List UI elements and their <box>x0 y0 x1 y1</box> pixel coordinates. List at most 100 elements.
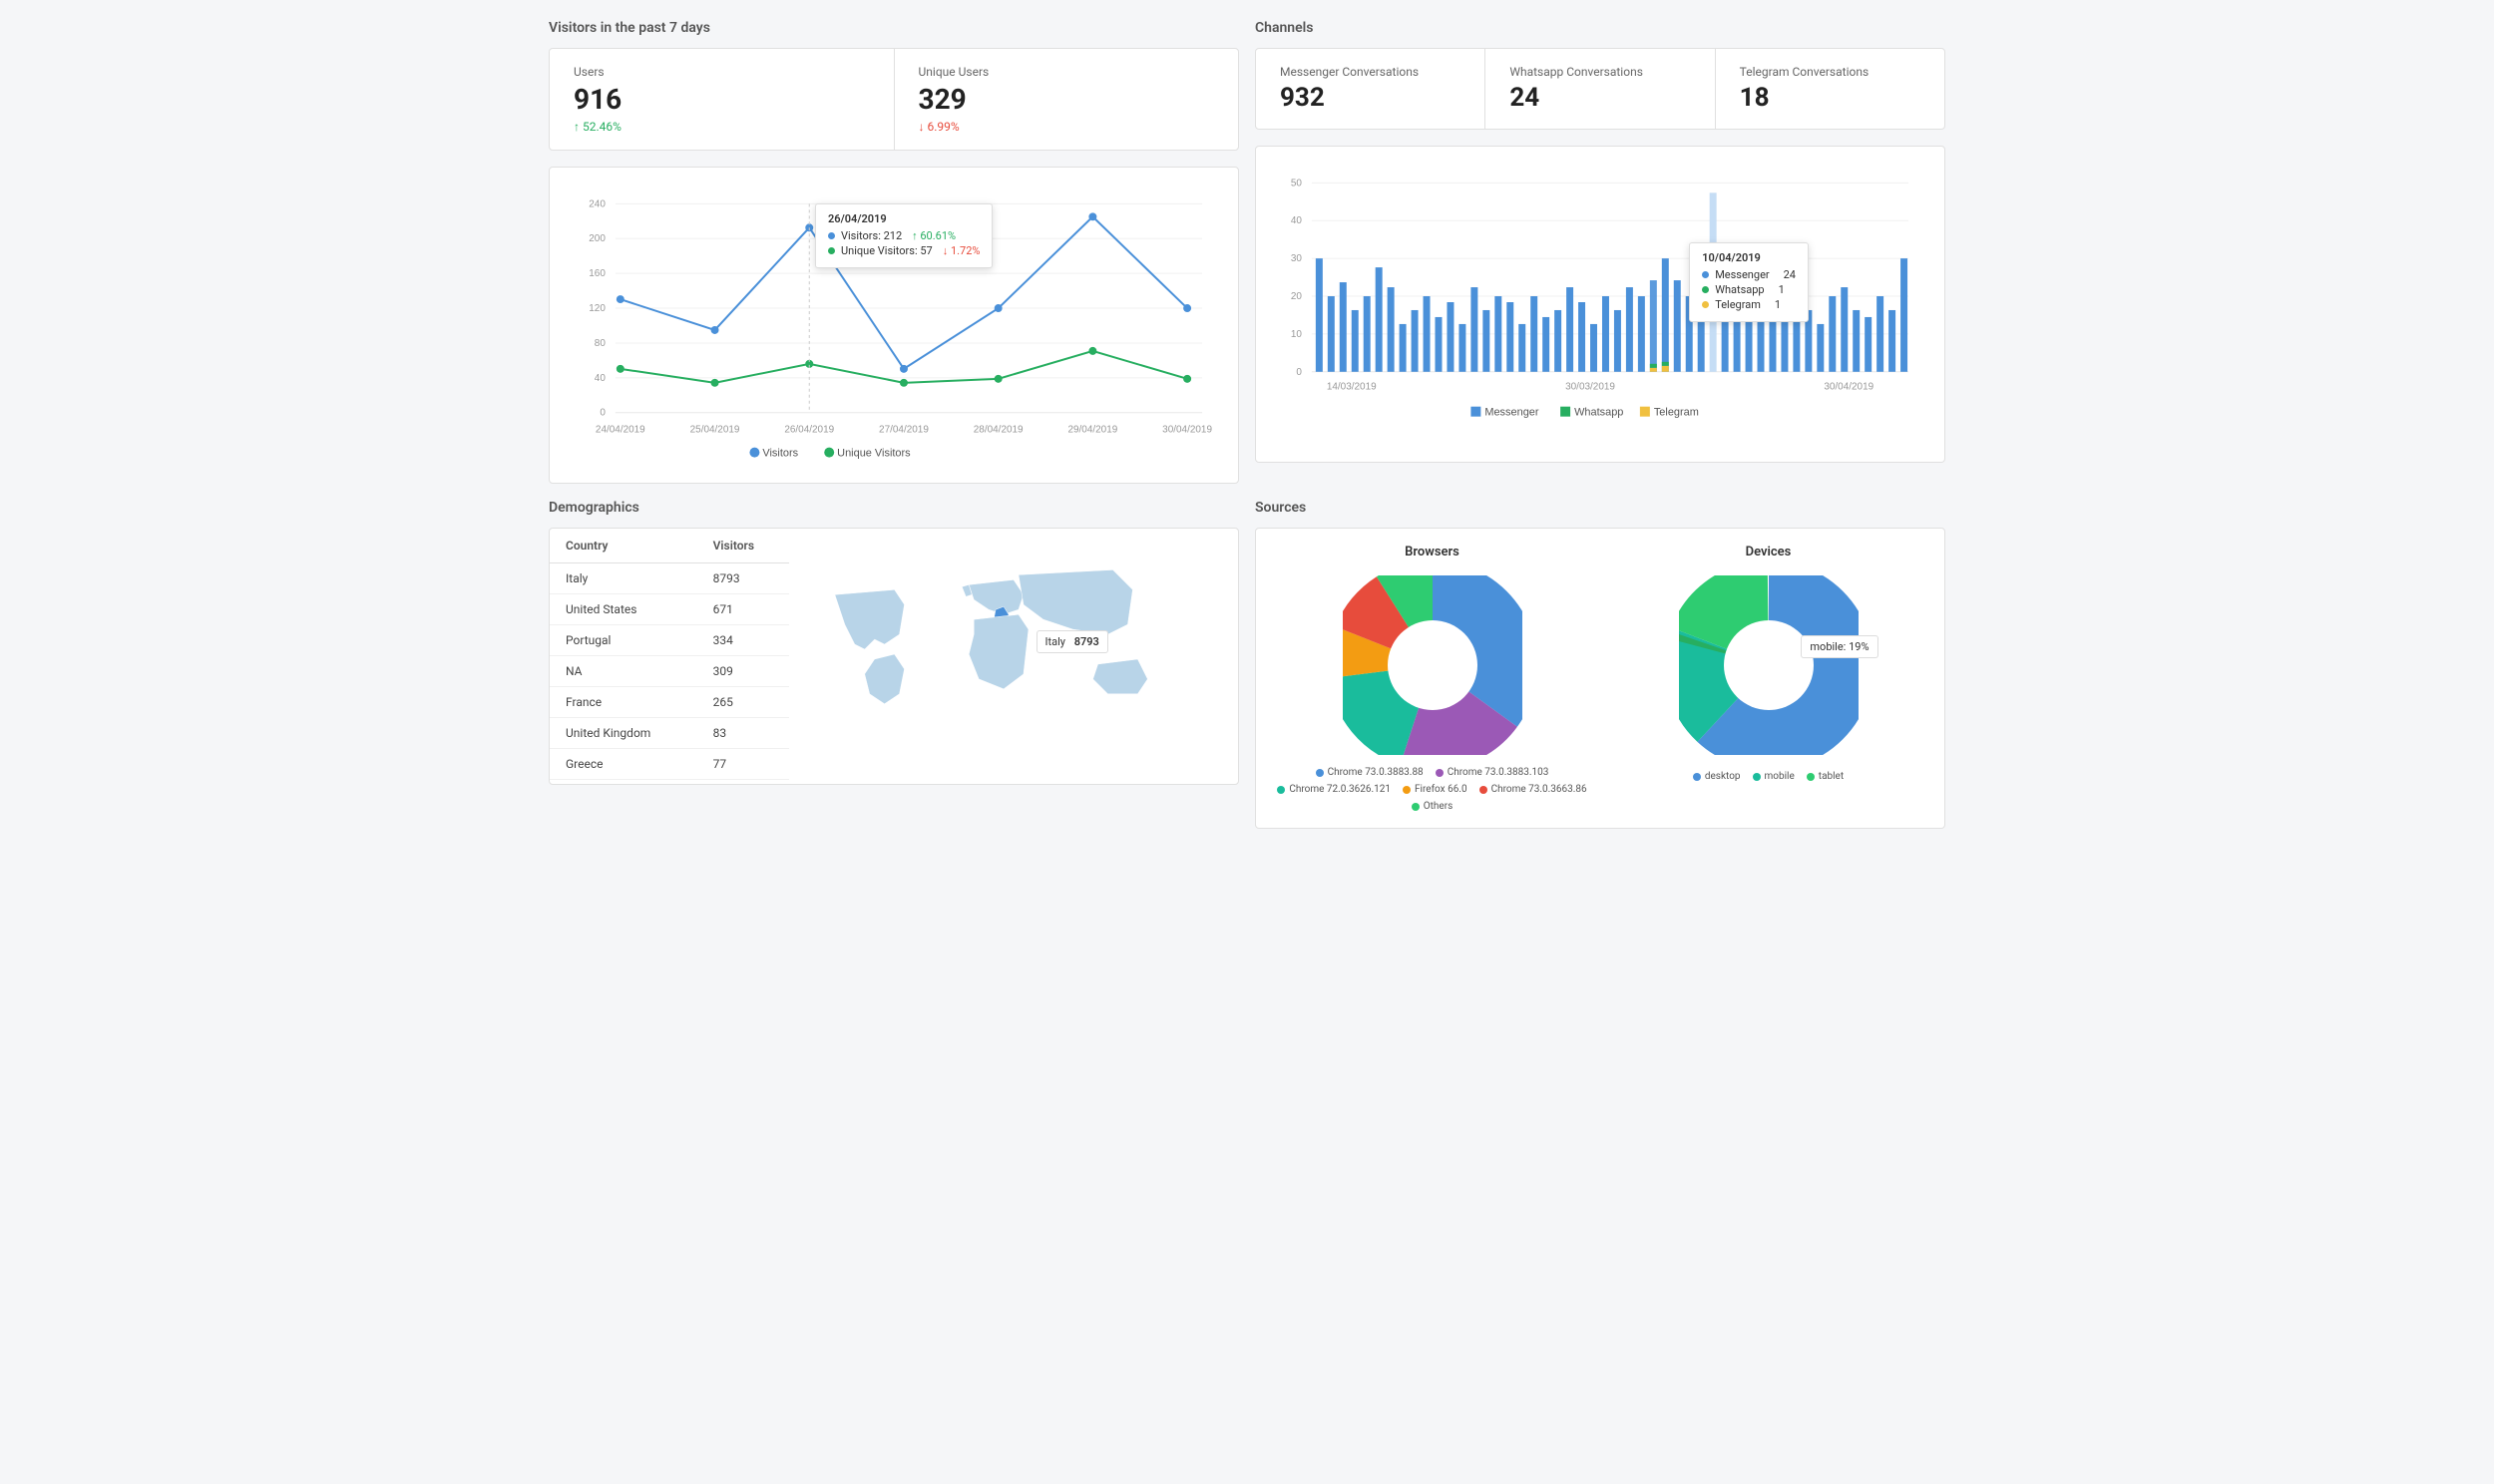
svg-text:28/04/2019: 28/04/2019 <box>974 425 1024 436</box>
table-row: Italy8793 <box>550 563 789 594</box>
users-value: 916 <box>574 83 870 116</box>
browsers-chart: Browsers <box>1272 545 1592 812</box>
legend-chrome3-label: Chrome 72.0.3626.121 <box>1289 784 1391 795</box>
unique-users-card: Unique Users 329 ↓ 6.99% <box>895 49 1239 150</box>
whatsapp-label: Whatsapp Conversations <box>1509 65 1690 79</box>
svg-text:200: 200 <box>589 233 606 244</box>
line-chart-svg: 0 40 80 120 160 200 240 24/04/2019 25/04… <box>566 184 1222 463</box>
devices-title: Devices <box>1746 545 1792 559</box>
legend-firefox: Firefox 66.0 <box>1403 784 1467 795</box>
sources-panel: Sources Browsers <box>1255 500 1945 829</box>
visitors-cell: 671 <box>697 594 789 625</box>
table-row: United Kingdom83 <box>550 718 789 749</box>
legend-tablet-label: tablet <box>1819 771 1844 782</box>
browsers-pie-svg <box>1343 575 1522 755</box>
bar-tooltip-whatsapp-dot <box>1702 286 1709 293</box>
legend-chrome1-dot <box>1316 769 1324 777</box>
demographics-inner: Country Visitors Italy8793United States6… <box>549 528 1239 785</box>
svg-text:27/04/2019: 27/04/2019 <box>879 425 929 436</box>
legend-chrome3: Chrome 72.0.3626.121 <box>1277 784 1391 795</box>
messenger-value: 932 <box>1280 83 1460 113</box>
legend-chrome2-label: Chrome 73.0.3883.103 <box>1448 767 1549 778</box>
bar-tooltip-telegram-value: 1 <box>1775 298 1781 311</box>
svg-text:Messenger: Messenger <box>1484 407 1539 419</box>
line-chart-container: 0 40 80 120 160 200 240 24/04/2019 25/04… <box>549 167 1239 484</box>
svg-text:0: 0 <box>600 408 606 419</box>
bar-tooltip-telegram-label: Telegram <box>1715 298 1761 311</box>
telegram-card: Telegram Conversations 18 <box>1716 49 1944 129</box>
table-row: NA309 <box>550 656 789 687</box>
bar-tooltip-date: 10/04/2019 <box>1702 251 1796 264</box>
svg-text:0: 0 <box>1296 367 1302 378</box>
messenger-label: Messenger Conversations <box>1280 65 1460 79</box>
demographics-table: Country Visitors Italy8793United States6… <box>550 529 789 780</box>
visitors-cell: 265 <box>697 687 789 718</box>
col-visitors: Visitors <box>697 529 789 563</box>
country-cell: NA <box>550 656 697 687</box>
svg-text:30/03/2019: 30/03/2019 <box>1565 382 1615 393</box>
svg-text:80: 80 <box>595 338 607 349</box>
map-tooltip: Italy 8793 <box>1037 630 1108 653</box>
svg-text:50: 50 <box>1291 178 1303 188</box>
unique-users-value: 329 <box>919 83 1215 116</box>
legend-mobile: mobile <box>1753 771 1795 782</box>
whatsapp-card: Whatsapp Conversations 24 <box>1485 49 1715 129</box>
line-chart-area: 0 40 80 120 160 200 240 24/04/2019 25/04… <box>566 184 1222 467</box>
col-country: Country <box>550 529 697 563</box>
whatsapp-value: 24 <box>1509 83 1690 113</box>
users-label: Users <box>574 65 870 79</box>
bar-tooltip-telegram-dot <box>1702 301 1709 308</box>
device-tooltip: mobile: 19% <box>1801 635 1877 658</box>
svg-text:240: 240 <box>589 198 606 209</box>
svg-text:25/04/2019: 25/04/2019 <box>690 425 740 436</box>
device-tooltip-text: mobile: 19% <box>1810 640 1869 653</box>
dashboard: Visitors in the past 7 days Users 916 ↑ … <box>549 20 1945 829</box>
legend-desktop-dot <box>1693 773 1701 781</box>
table-row: France265 <box>550 687 789 718</box>
country-cell: Greece <box>550 749 697 780</box>
legend-others-label: Others <box>1424 801 1454 812</box>
map-country: Italy <box>1045 635 1065 648</box>
svg-text:Visitors: Visitors <box>762 448 798 460</box>
country-cell: Portugal <box>550 625 697 656</box>
devices-pie-wrapper: mobile: 19% <box>1679 575 1859 759</box>
sources-inner: Browsers <box>1255 528 1945 829</box>
legend-others-dot <box>1412 803 1420 811</box>
unique-users-change: ↓ 6.99% <box>919 120 1215 134</box>
country-cell: France <box>550 687 697 718</box>
legend-tablet: tablet <box>1807 771 1844 782</box>
legend-chrome2: Chrome 73.0.3883.103 <box>1436 767 1549 778</box>
demographics-panel: Demographics Country Visitors Italy8793U… <box>549 500 1239 829</box>
svg-text:120: 120 <box>589 303 606 314</box>
table-row: United States671 <box>550 594 789 625</box>
legend-chrome1-label: Chrome 73.0.3883.88 <box>1328 767 1424 778</box>
top-section: Visitors in the past 7 days Users 916 ↑ … <box>549 20 1945 484</box>
visitors-cell: 77 <box>697 749 789 780</box>
messenger-card: Messenger Conversations 932 <box>1256 49 1485 129</box>
browsers-title: Browsers <box>1405 545 1459 559</box>
svg-text:26/04/2019: 26/04/2019 <box>784 425 834 436</box>
right-panel: Channels Messenger Conversations 932 Wha… <box>1255 20 1945 484</box>
legend-chrome4-label: Chrome 73.0.3663.86 <box>1491 784 1587 795</box>
legend-firefox-dot <box>1403 786 1411 794</box>
svg-text:Unique Visitors: Unique Visitors <box>837 448 911 460</box>
unique-users-label: Unique Users <box>919 65 1215 79</box>
svg-text:Telegram: Telegram <box>1654 407 1699 419</box>
bar-chart-container: 0 10 20 30 40 50 14/03/2019 30/03/2019 3… <box>1255 146 1945 463</box>
bar-tooltip-whatsapp: Whatsapp 1 <box>1702 283 1796 296</box>
legend-mobile-dot <box>1753 773 1761 781</box>
users-change: ↑ 52.46% <box>574 120 870 134</box>
svg-text:40: 40 <box>595 373 607 384</box>
telegram-value: 18 <box>1740 83 1920 113</box>
legend-firefox-label: Firefox 66.0 <box>1415 784 1467 795</box>
svg-text:10: 10 <box>1291 329 1303 340</box>
legend-others: Others <box>1412 801 1454 812</box>
legend-chrome2-dot <box>1436 769 1444 777</box>
bar-tooltip-messenger: Messenger 24 <box>1702 268 1796 281</box>
legend-desktop-label: desktop <box>1705 771 1741 782</box>
table-header-row: Country Visitors <box>550 529 789 563</box>
svg-text:30/04/2019: 30/04/2019 <box>1162 425 1212 436</box>
svg-text:Whatsapp: Whatsapp <box>1574 407 1623 419</box>
visitors-cell: 8793 <box>697 563 789 594</box>
legend-chrome4: Chrome 73.0.3663.86 <box>1479 784 1587 795</box>
